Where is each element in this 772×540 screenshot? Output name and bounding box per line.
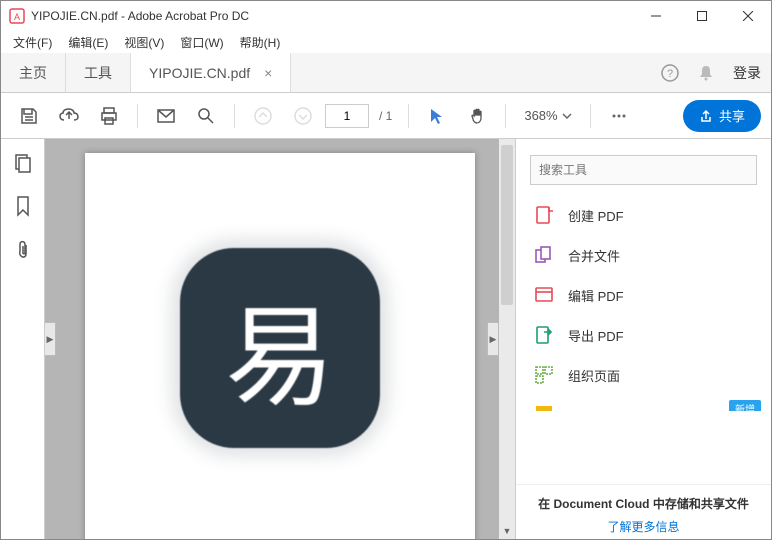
tool-label: 导出 PDF: [568, 326, 624, 345]
tool-create-pdf[interactable]: 创建 PDF: [516, 195, 771, 235]
left-collapse-handle[interactable]: ▶: [45, 322, 56, 356]
tab-bar: 主页 工具 YIPOJIE.CN.pdf × ? 登录: [1, 53, 771, 93]
app-icon: A: [9, 8, 25, 24]
scrollbar-thumb[interactable]: [501, 145, 513, 305]
toolbar: / 1 368% 共享: [1, 93, 771, 139]
bell-icon[interactable]: [697, 64, 715, 82]
vertical-scrollbar[interactable]: ▲ ▼: [499, 139, 515, 539]
mail-button[interactable]: [148, 98, 184, 134]
tool-label: 创建 PDF: [568, 206, 624, 225]
page-up-button[interactable]: [245, 98, 281, 134]
tab-home[interactable]: 主页: [1, 53, 66, 92]
new-badge: 新增: [729, 400, 761, 412]
attachment-icon[interactable]: [14, 239, 32, 261]
menu-view[interactable]: 视图(V): [116, 32, 172, 53]
save-button[interactable]: [11, 98, 47, 134]
cloud-button[interactable]: [51, 98, 87, 134]
thumbnails-icon[interactable]: [13, 153, 33, 173]
right-collapse-handle[interactable]: ▶: [487, 322, 499, 356]
help-icon[interactable]: ?: [661, 64, 679, 82]
page-down-button[interactable]: [285, 98, 321, 134]
maximize-button[interactable]: [679, 1, 725, 31]
tab-label: 主页: [19, 63, 47, 83]
menu-window[interactable]: 窗口(W): [172, 32, 231, 53]
export-pdf-icon: [534, 325, 554, 345]
menu-edit[interactable]: 编辑(E): [60, 32, 116, 53]
more-button[interactable]: [601, 98, 637, 134]
close-button[interactable]: [725, 1, 771, 31]
tools-panel: 创建 PDF 合并文件 编辑 PDF 导出 PDF 组织页面 新增: [515, 139, 771, 539]
combine-icon: [534, 245, 554, 265]
tool-list: 创建 PDF 合并文件 编辑 PDF 导出 PDF 组织页面 新增: [516, 195, 771, 484]
cloud-text: 在 Document Cloud 中存储和共享文件: [530, 495, 757, 512]
document-viewer[interactable]: ▶ 易 ▲ ▼ ▶: [45, 139, 515, 539]
bookmark-icon[interactable]: [14, 195, 32, 217]
print-button[interactable]: [91, 98, 127, 134]
tool-item-partial[interactable]: 新增: [516, 395, 771, 411]
tab-label: 工具: [84, 63, 112, 83]
tab-tools[interactable]: 工具: [66, 53, 131, 92]
menu-bar: 文件(F) 编辑(E) 视图(V) 窗口(W) 帮助(H): [1, 31, 771, 53]
edit-pdf-icon: [534, 285, 554, 305]
tab-document[interactable]: YIPOJIE.CN.pdf ×: [131, 53, 291, 92]
svg-text:A: A: [14, 12, 20, 22]
window-title: YIPOJIE.CN.pdf - Adobe Acrobat Pro DC: [31, 9, 249, 23]
login-link[interactable]: 登录: [733, 63, 761, 83]
chevron-down-icon: [562, 111, 572, 121]
page: 易: [85, 153, 475, 539]
tool-label: 组织页面: [568, 366, 620, 385]
title-bar: A YIPOJIE.CN.pdf - Adobe Acrobat Pro DC: [1, 1, 771, 31]
document-content-icon: 易: [180, 248, 380, 448]
left-rail: [1, 139, 45, 539]
menu-help[interactable]: 帮助(H): [232, 32, 289, 53]
minimize-button[interactable]: [633, 1, 679, 31]
tool-label: 编辑 PDF: [568, 286, 624, 305]
scroll-down-icon[interactable]: ▼: [499, 523, 515, 539]
share-button[interactable]: 共享: [683, 100, 761, 132]
cloud-learn-more-link[interactable]: 了解更多信息: [530, 518, 757, 535]
svg-text:?: ?: [667, 68, 673, 80]
page-count: / 1: [379, 109, 392, 123]
search-button[interactable]: [188, 98, 224, 134]
select-tool-button[interactable]: [419, 98, 455, 134]
tool-combine-files[interactable]: 合并文件: [516, 235, 771, 275]
hand-tool-button[interactable]: [459, 98, 495, 134]
page-number-input[interactable]: [325, 104, 369, 128]
zoom-dropdown[interactable]: 368%: [516, 108, 579, 123]
tool-icon: [534, 398, 554, 411]
tool-edit-pdf[interactable]: 编辑 PDF: [516, 275, 771, 315]
tool-label: 合并文件: [568, 246, 620, 265]
zoom-value: 368%: [524, 108, 557, 123]
create-pdf-icon: [534, 205, 554, 225]
tool-organize-pages[interactable]: 组织页面: [516, 355, 771, 395]
search-tools-input[interactable]: [530, 155, 757, 185]
share-icon: [699, 109, 713, 123]
share-label: 共享: [719, 106, 745, 125]
tool-export-pdf[interactable]: 导出 PDF: [516, 315, 771, 355]
cloud-promo: 在 Document Cloud 中存储和共享文件 了解更多信息: [516, 484, 771, 539]
organize-icon: [534, 365, 554, 385]
tab-label: YIPOJIE.CN.pdf: [149, 65, 250, 81]
close-tab-icon[interactable]: ×: [264, 65, 272, 81]
menu-file[interactable]: 文件(F): [5, 32, 60, 53]
